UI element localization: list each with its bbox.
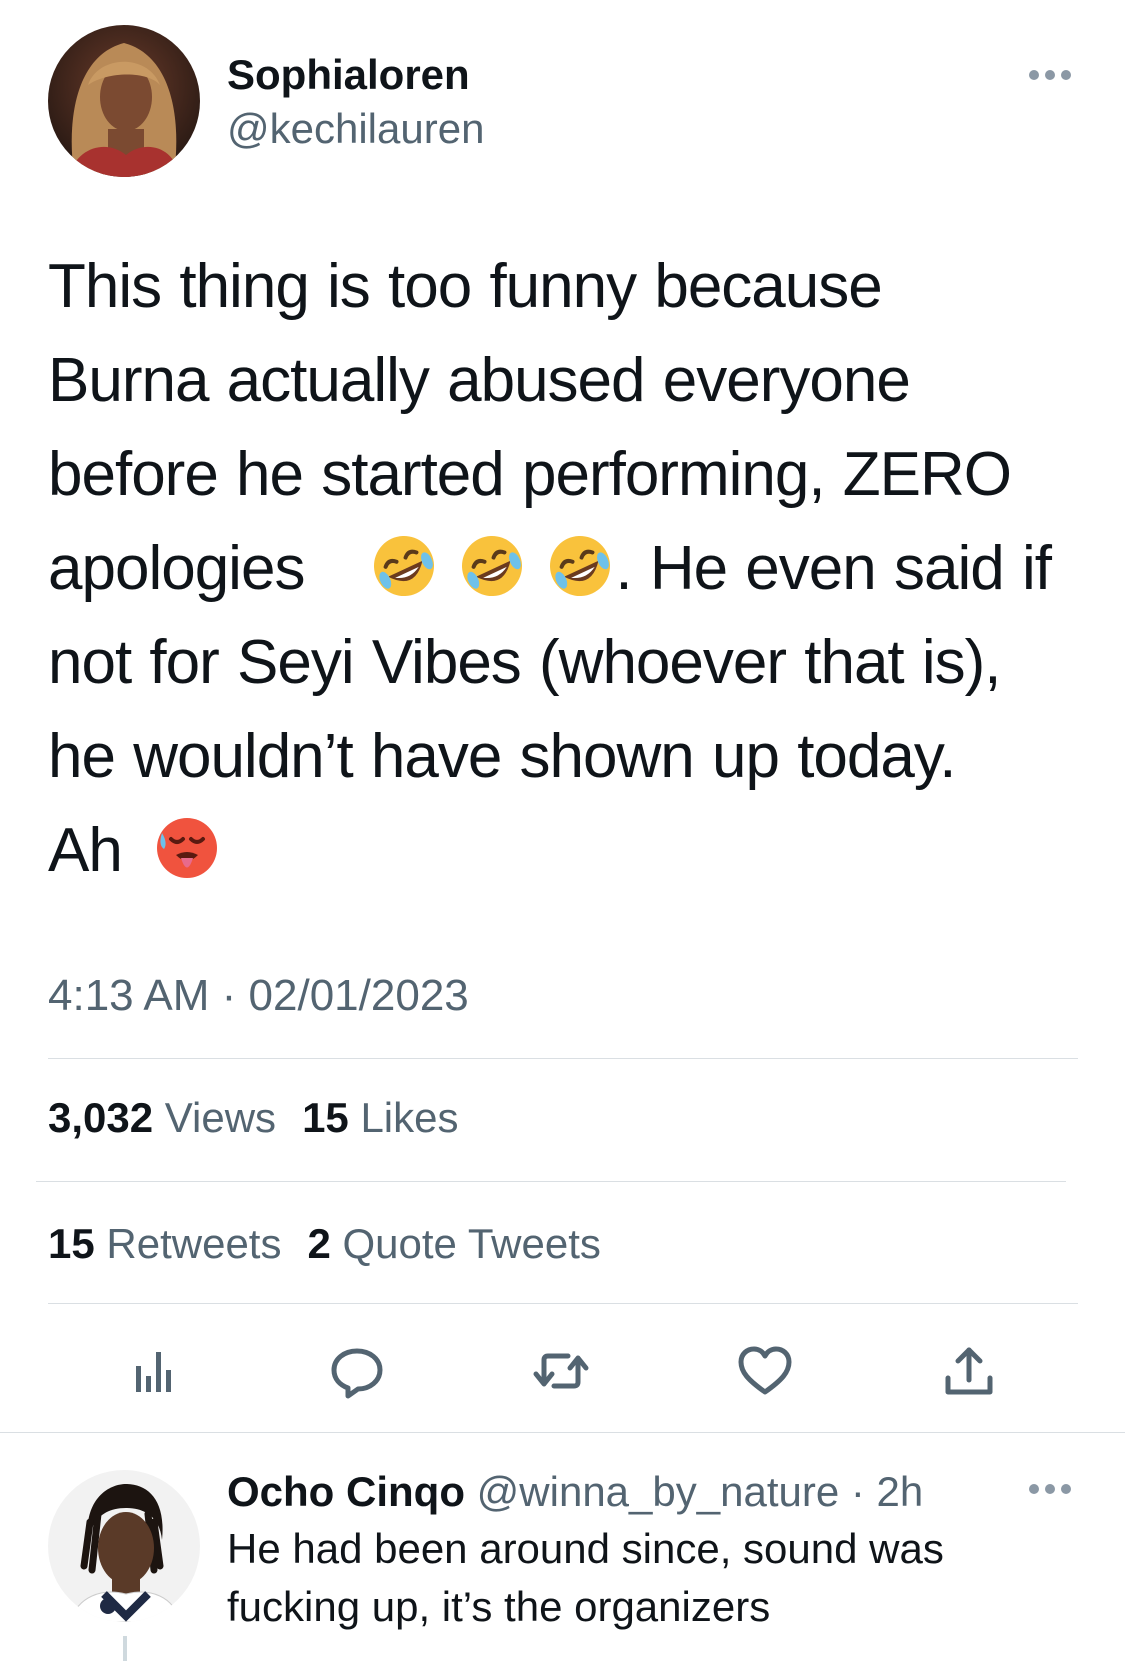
divider [48, 1058, 1078, 1059]
tweet-time: 4:13 AM [48, 971, 210, 1020]
tweet-date: 02/01/2023 [248, 971, 469, 1020]
stats-views-likes: 3,032 Views 15 Likes [48, 1093, 459, 1143]
reply-avatar[interactable] [48, 1470, 200, 1622]
likes-label: Likes [360, 1094, 459, 1141]
divider [36, 1181, 1066, 1182]
more-options-icon[interactable] [1028, 68, 1072, 80]
tweet-line: not for Seyi Vibes (whoever that is), [48, 628, 1002, 697]
reply-line: He had been around since, sound was [227, 1525, 944, 1572]
like-icon [738, 1346, 792, 1395]
tweet-line: before he started performing, ZERO [48, 440, 1012, 509]
tweet-line: Burna actually abused everyone [48, 346, 911, 415]
reply-line: fucking up, it’s the organizers [227, 1583, 771, 1630]
rofl-emoji-icon [459, 532, 525, 598]
analytics-button[interactable] [118, 1336, 188, 1406]
retweets-label: Retweets [106, 1220, 282, 1267]
author-display-name[interactable]: Sophialoren [227, 50, 470, 100]
reply-text: He had been around since, sound was fuck… [227, 1520, 1077, 1636]
stats-retweets-quotes: 15 Retweets 2 Quote Tweets [48, 1219, 601, 1269]
share-button[interactable] [934, 1336, 1004, 1406]
tweet-line: apologies . He even said if [48, 522, 1078, 616]
views-count: 3,032 [48, 1094, 154, 1141]
divider [0, 1432, 1125, 1433]
reply-separator: · [839, 1468, 877, 1515]
rofl-emoji-icon [547, 532, 613, 598]
retweet-icon [533, 1353, 589, 1389]
retweet-button[interactable] [526, 1336, 596, 1406]
tweet-line-segment: apologies [48, 534, 305, 603]
rofl-emoji-icon [371, 532, 437, 598]
reply-handle[interactable]: @winna_by_nature [477, 1468, 840, 1515]
quotes-label: Quote Tweets [342, 1220, 601, 1267]
timestamp-separator: · [209, 971, 249, 1020]
tweet-timestamp[interactable]: 4:13 AM · 02/01/2023 [48, 970, 469, 1022]
quotes-count: 2 [307, 1220, 331, 1267]
reply-display-name[interactable]: Ocho Cinqo [227, 1468, 465, 1515]
quote-tweets-stat[interactable]: 2 Quote Tweets [307, 1220, 600, 1267]
likes-count: 15 [302, 1094, 349, 1141]
like-button[interactable] [730, 1336, 800, 1406]
divider [48, 1303, 1078, 1304]
retweets-count: 15 [48, 1220, 95, 1267]
views-stat[interactable]: 3,032 Views [48, 1094, 276, 1141]
tweet-line: This thing is too funny because [48, 252, 883, 321]
views-label: Views [164, 1094, 277, 1141]
tweet-line-segment: Ah [48, 816, 123, 885]
tweet-line-segment: . He even said if [615, 534, 1052, 603]
analytics-icon [136, 1352, 171, 1392]
share-icon [945, 1347, 993, 1395]
author-avatar[interactable] [48, 25, 200, 177]
reply-icon [331, 1348, 383, 1399]
author-handle[interactable]: @kechilauren [227, 104, 484, 154]
tweet-text: This thing is too funny because Burna ac… [48, 240, 1078, 898]
tweet-line: he wouldn’t have shown up today. [48, 722, 957, 791]
thread-connector [123, 1636, 127, 1661]
hot-face-emoji-icon [154, 814, 220, 880]
tweet-line: Ah [48, 804, 1078, 898]
reply-time[interactable]: 2h [877, 1468, 924, 1515]
reply-button[interactable] [322, 1336, 392, 1406]
reply-header: Ocho Cinqo @winna_by_nature · 2h [227, 1466, 923, 1518]
likes-stat[interactable]: 15 Likes [302, 1094, 458, 1141]
reply-more-options-icon[interactable] [1028, 1482, 1072, 1494]
retweets-stat[interactable]: 15 Retweets [48, 1220, 281, 1267]
